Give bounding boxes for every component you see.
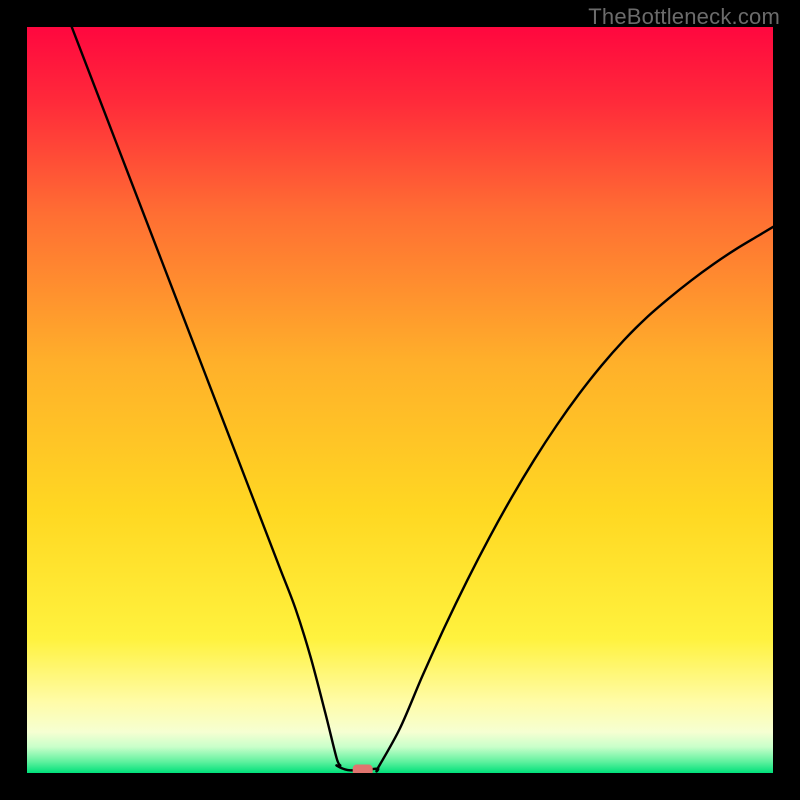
bottleneck-chart	[27, 27, 773, 773]
chart-frame: TheBottleneck.com	[0, 0, 800, 800]
minimum-marker	[353, 765, 373, 773]
plot-background	[27, 27, 773, 773]
